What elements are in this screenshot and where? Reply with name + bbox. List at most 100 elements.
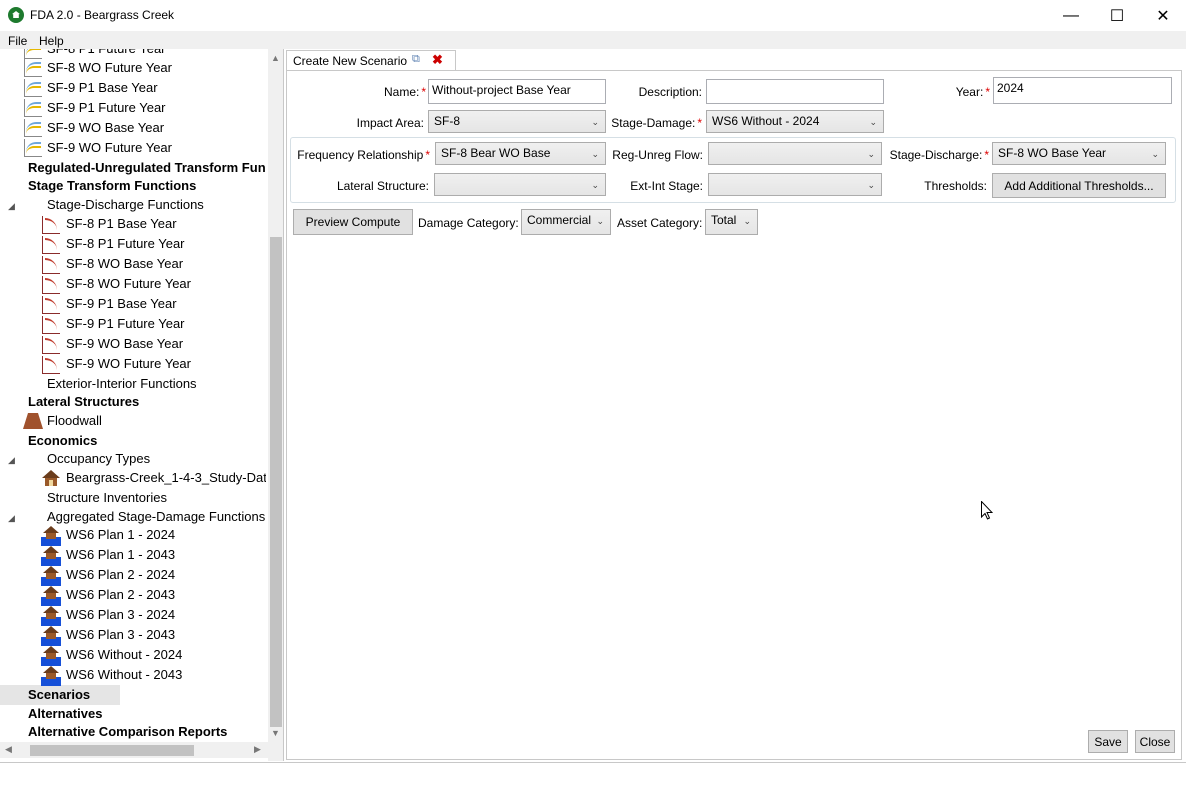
study-tree[interactable]: SF-8 P1 Future Year SF-8 WO Future Year …	[0, 49, 284, 761]
tree-item-ext-int[interactable]: Exterior-Interior Functions	[47, 374, 197, 394]
scroll-up-icon[interactable]: ▲	[271, 53, 280, 63]
tree-item-freq[interactable]: SF-9 P1 Base Year	[47, 78, 158, 98]
tree-item-agg-sd[interactable]: Aggregated Stage-Damage Functions	[47, 507, 266, 527]
chevron-down-icon: ⌄	[1151, 149, 1159, 159]
tree-item-sd[interactable]: SF-8 P1 Base Year	[66, 214, 177, 234]
tree-hscroll-thumb[interactable]	[30, 745, 194, 756]
damage-category-select[interactable]: Commercial ⌄	[521, 209, 611, 235]
chevron-down-icon: ⌄	[867, 180, 875, 190]
tree-item-occ-type[interactable]: Beargrass-Creek_1-4-3_Study-Data	[66, 468, 266, 488]
menu-help[interactable]: Help	[39, 34, 64, 48]
close-button[interactable]: Close	[1135, 730, 1175, 753]
frequency-curve-icon	[24, 79, 42, 97]
tree-scroll-thumb[interactable]	[270, 237, 282, 727]
tree-item-occupancy[interactable]: Occupancy Types	[47, 449, 150, 469]
tree-item-stage-discharge[interactable]: Stage-Discharge Functions	[47, 195, 204, 215]
damage-category-label: Damage Category:	[418, 216, 519, 230]
add-thresholds-button[interactable]: Add Additional Thresholds...	[992, 173, 1166, 198]
rating-curve-icon	[42, 336, 60, 354]
tab-label: Create New Scenario	[293, 54, 408, 68]
stage-discharge-label: Stage-Discharge: *	[889, 148, 989, 162]
tree-item-sd[interactable]: SF-9 WO Base Year	[66, 334, 183, 354]
stage-damage-select[interactable]: WS6 Without - 2024 ⌄	[706, 110, 884, 133]
rating-curve-icon	[42, 356, 60, 374]
stage-damage-icon	[41, 566, 61, 586]
chevron-down-icon: ⌄	[591, 180, 599, 190]
tree-item-agg[interactable]: WS6 Without - 2024	[66, 645, 182, 665]
ext-int-select[interactable]: ⌄	[708, 173, 882, 196]
tree-item-sd[interactable]: SF-8 WO Future Year	[66, 274, 191, 294]
description-label: Description:	[638, 85, 702, 99]
year-field[interactable]: 2024	[993, 77, 1172, 104]
tree-item-sd[interactable]: SF-8 WO Base Year	[66, 254, 183, 274]
asset-category-select[interactable]: Total ⌄	[705, 209, 758, 235]
frequency-curve-icon	[24, 119, 42, 137]
stage-damage-label: Stage-Damage: *	[611, 116, 702, 130]
expand-icon[interactable]: ◢	[8, 455, 15, 466]
close-window-button[interactable]: ✕	[1140, 0, 1186, 31]
tree-item-economics[interactable]: Economics	[28, 431, 97, 451]
expand-icon[interactable]: ◢	[8, 201, 15, 212]
tree-item-agg[interactable]: WS6 Plan 3 - 2024	[66, 605, 175, 625]
tree-item-sd[interactable]: SF-9 P1 Base Year	[66, 294, 177, 314]
tree-item-floodwall[interactable]: Floodwall	[47, 411, 102, 431]
lateral-select[interactable]: ⌄	[434, 173, 606, 196]
close-tab-icon[interactable]: ✖	[432, 52, 443, 68]
description-field[interactable]	[706, 79, 884, 104]
impact-area-label: Impact Area:	[356, 116, 424, 130]
name-field[interactable]: Without-project Base Year	[428, 79, 606, 104]
rating-curve-icon	[42, 296, 60, 314]
house-icon	[42, 470, 60, 486]
scroll-down-icon[interactable]: ▼	[271, 728, 280, 738]
tree-item-freq[interactable]: SF-9 WO Future Year	[47, 138, 172, 158]
frequency-curve-icon	[24, 139, 42, 157]
tree-item-agg[interactable]: WS6 Plan 3 - 2043	[66, 625, 175, 645]
scroll-right-icon[interactable]: ▶	[254, 744, 261, 755]
tree-item-lateral[interactable]: Lateral Structures	[28, 392, 139, 412]
stage-damage-icon	[41, 626, 61, 646]
tree-item-agg[interactable]: WS6 Without - 2043	[66, 665, 182, 685]
ext-int-label: Ext-Int Stage:	[630, 179, 703, 193]
tree-item-sd[interactable]: SF-9 WO Future Year	[66, 354, 191, 374]
tree-item-sd[interactable]: SF-8 P1 Future Year	[66, 234, 185, 254]
name-label: Name: *	[383, 85, 426, 99]
menu-bar	[0, 31, 1186, 49]
preview-compute-button[interactable]: Preview Compute	[293, 209, 413, 235]
tree-item-alt-reports[interactable]: Alternative Comparison Reports	[28, 722, 227, 742]
tree-item-freq[interactable]: SF-9 WO Base Year	[47, 118, 164, 138]
impact-area-select[interactable]: SF-8 ⌄	[428, 110, 606, 133]
tree-item-agg[interactable]: WS6 Plan 1 - 2043	[66, 545, 175, 565]
tree-item-agg[interactable]: WS6 Plan 2 - 2024	[66, 565, 175, 585]
menu-file[interactable]: File	[8, 34, 27, 48]
asset-category-label: Asset Category:	[617, 216, 703, 230]
stage-damage-icon	[41, 546, 61, 566]
tree-item-agg[interactable]: WS6 Plan 1 - 2024	[66, 525, 175, 545]
popout-icon[interactable]: ⧉	[412, 53, 420, 66]
rating-curve-icon	[42, 276, 60, 294]
expand-icon[interactable]: ◢	[8, 513, 15, 524]
lateral-label: Lateral Structure:	[336, 179, 429, 193]
tree-item-freq[interactable]: SF-8 WO Future Year	[47, 58, 172, 78]
rating-curve-icon	[42, 256, 60, 274]
stage-discharge-select[interactable]: SF-8 WO Base Year ⌄	[992, 142, 1166, 165]
tree-item-scenarios[interactable]: Scenarios	[28, 685, 90, 705]
minimize-button[interactable]: —	[1048, 0, 1094, 31]
save-button[interactable]: Save	[1088, 730, 1128, 753]
year-label: Year: *	[955, 85, 990, 99]
tree-item-alternatives[interactable]: Alternatives	[28, 704, 102, 724]
chevron-down-icon: ⌄	[591, 117, 599, 127]
frequency-select[interactable]: SF-8 Bear WO Base ⌄	[435, 142, 606, 165]
rating-curve-icon	[42, 316, 60, 334]
tree-item-structure-inv[interactable]: Structure Inventories	[47, 488, 167, 508]
tree-item-stage-transform[interactable]: Stage Transform Functions	[28, 176, 196, 196]
reg-unreg-select[interactable]: ⌄	[708, 142, 882, 165]
tree-item-sd[interactable]: SF-9 P1 Future Year	[66, 314, 185, 334]
scroll-left-icon[interactable]: ◀	[5, 744, 12, 755]
frequency-curve-icon	[24, 99, 42, 117]
tree-item-freq[interactable]: SF-9 P1 Future Year	[47, 98, 166, 118]
chevron-down-icon: ⌄	[743, 216, 751, 226]
maximize-button[interactable]: ☐	[1094, 0, 1140, 31]
tree-item-reg-unreg[interactable]: Regulated-Unregulated Transform Function…	[28, 158, 266, 178]
reg-unreg-label: Reg-Unreg Flow:	[612, 148, 703, 162]
tree-item-agg[interactable]: WS6 Plan 2 - 2043	[66, 585, 175, 605]
